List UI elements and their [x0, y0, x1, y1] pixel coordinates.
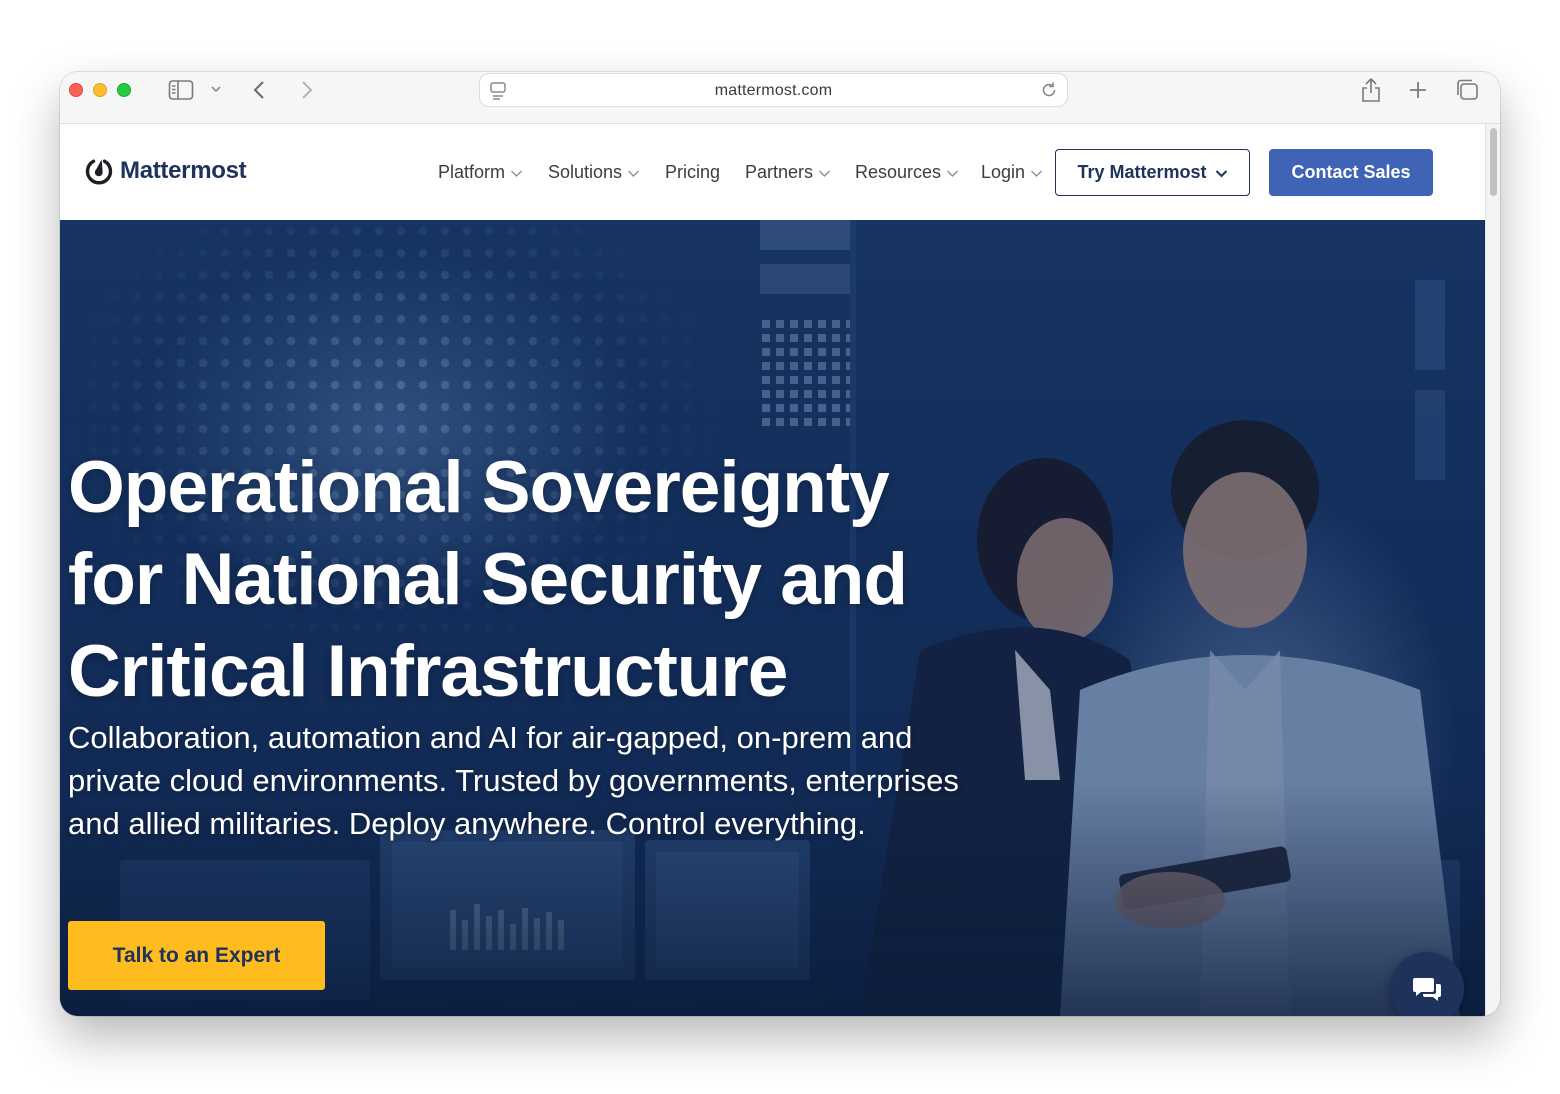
talk-to-expert-label: Talk to an Expert: [112, 943, 281, 967]
hero-title: Operational Sovereignty for National Sec…: [68, 442, 988, 718]
plus-icon[interactable]: [1406, 78, 1430, 102]
sidebar-icon[interactable]: [168, 79, 194, 101]
chevron-down-icon: [510, 162, 523, 183]
chevron-down-icon: [1030, 162, 1043, 183]
hero-section: Operational Sovereignty for National Sec…: [60, 220, 1485, 1016]
chevron-down-icon: [818, 162, 831, 183]
share-icon[interactable]: [1359, 76, 1383, 104]
hero-subtitle-line: private cloud environments. Trusted by g…: [68, 763, 959, 798]
logo-wordmark: Mattermost: [120, 157, 247, 184]
hero-subtitle: Collaboration, automation and AI for air…: [68, 716, 1028, 845]
chat-widget-button[interactable]: [1390, 952, 1464, 1016]
chevron-down-icon: [1215, 162, 1228, 183]
nav-item-label: Resources: [855, 162, 942, 182]
address-bar[interactable]: mattermost.com: [479, 73, 1068, 107]
talk-to-expert-button[interactable]: Talk to an Expert: [68, 921, 325, 990]
page-scrollbar[interactable]: [1485, 124, 1500, 1016]
hero-subtitle-line: and allied militaries. Deploy anywhere. …: [68, 806, 866, 841]
site-header: Mattermost Platform Solutions Pricing Pa…: [60, 124, 1485, 220]
nav-item-label: Platform: [438, 162, 506, 182]
chevron-down-icon: [627, 162, 640, 183]
nav-item-partners[interactable]: Partners: [745, 162, 831, 183]
hero-subtitle-line: Collaboration, automation and AI for air…: [68, 720, 913, 755]
zoom-window-button[interactable]: [117, 83, 131, 97]
contact-sales-label: Contact Sales: [1291, 162, 1411, 182]
try-mattermost-button[interactable]: Try Mattermost: [1055, 149, 1250, 196]
mattermost-logo-icon: [85, 159, 113, 185]
nav-item-resources[interactable]: Resources: [855, 162, 959, 183]
contact-sales-button[interactable]: Contact Sales: [1269, 149, 1433, 196]
url-text: mattermost.com: [714, 82, 833, 99]
web-page: Mattermost Platform Solutions Pricing Pa…: [60, 124, 1485, 1016]
chevron-down-icon[interactable]: [210, 84, 222, 94]
hero-title-line: Critical Infrastructure: [68, 631, 788, 712]
minimize-window-button[interactable]: [93, 83, 107, 97]
forward-arrow-icon[interactable]: [296, 78, 316, 102]
tab-overview-icon[interactable]: [1454, 77, 1480, 103]
mattermost-logo[interactable]: Mattermost: [84, 155, 247, 187]
hero-title-line: Operational Sovereignty: [68, 447, 890, 528]
nav-item-label: Solutions: [548, 162, 623, 182]
close-window-button[interactable]: [69, 83, 83, 97]
browser-window: mattermost.com Mattermost Platform Solut…: [60, 72, 1500, 1016]
chat-bubbles-icon: [1413, 978, 1441, 1001]
nav-item-platform[interactable]: Platform: [438, 162, 523, 183]
nav-item-label: Pricing: [665, 162, 721, 182]
browser-toolbar: mattermost.com: [60, 72, 1500, 124]
try-mattermost-label: Try Mattermost: [1077, 162, 1207, 182]
nav-item-label: Login: [981, 162, 1026, 182]
nav-item-solutions[interactable]: Solutions: [548, 162, 640, 183]
reload-icon[interactable]: [1039, 80, 1059, 105]
back-arrow-icon[interactable]: [250, 78, 270, 102]
hero-title-line: for National Security and: [68, 539, 908, 620]
nav-item-label: Partners: [745, 162, 814, 182]
nav-item-login[interactable]: Login: [981, 162, 1043, 183]
chevron-down-icon: [946, 162, 959, 183]
nav-item-pricing[interactable]: Pricing: [665, 162, 720, 183]
scrollbar-thumb[interactable]: [1490, 128, 1497, 196]
